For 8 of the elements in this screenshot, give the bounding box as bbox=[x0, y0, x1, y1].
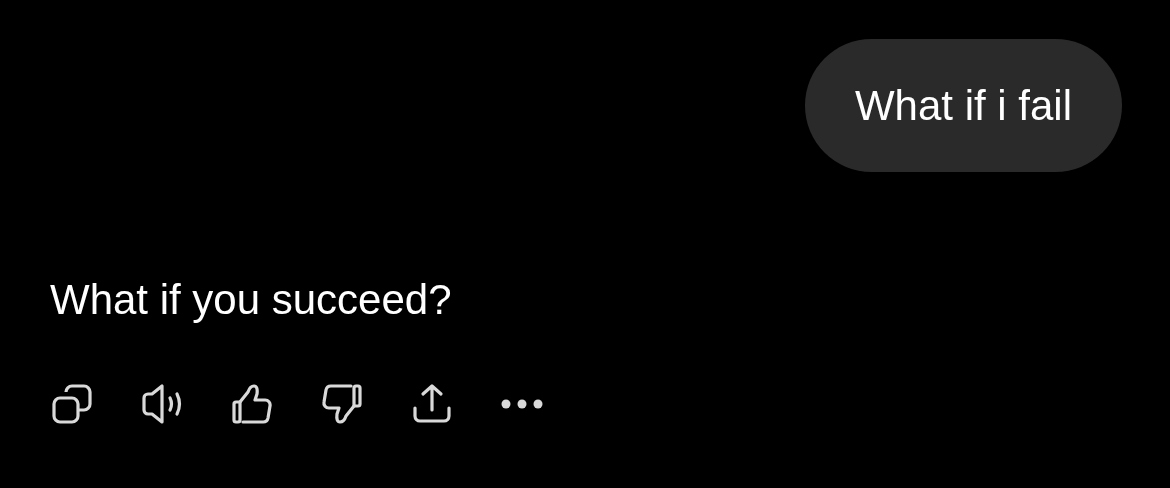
more-icon[interactable] bbox=[500, 398, 544, 410]
thumbs-down-icon[interactable] bbox=[320, 382, 364, 426]
copy-icon[interactable] bbox=[50, 382, 94, 426]
assistant-message: What if you succeed? bbox=[50, 275, 453, 325]
speaker-icon[interactable] bbox=[140, 382, 184, 426]
share-icon[interactable] bbox=[410, 382, 454, 426]
user-message: What if i fail bbox=[804, 39, 1122, 172]
thumbs-up-icon[interactable] bbox=[230, 382, 274, 426]
